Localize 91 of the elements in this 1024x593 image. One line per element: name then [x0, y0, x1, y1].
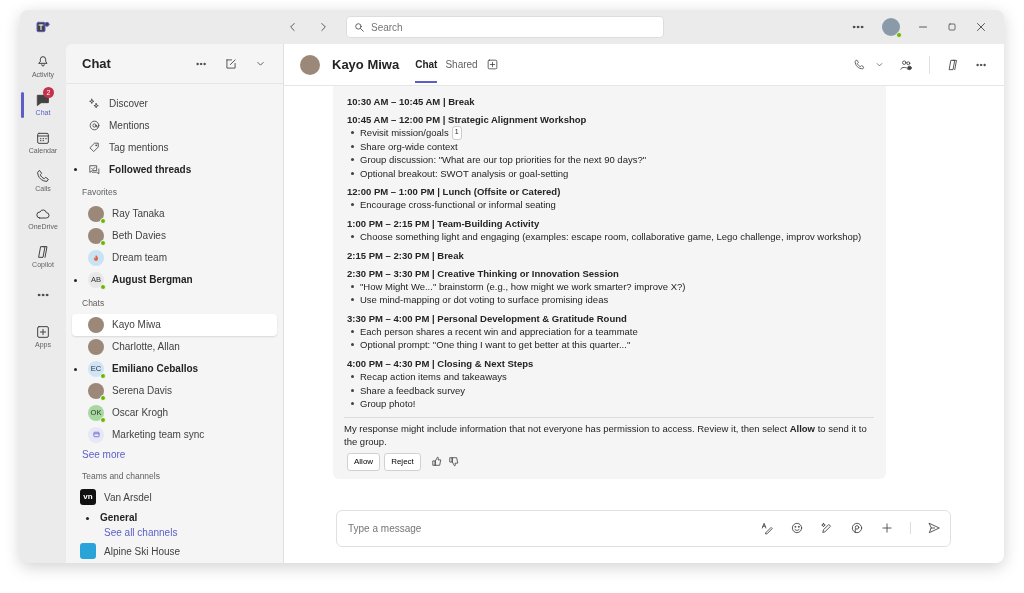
chat-item[interactable]: Kayo Miwa: [72, 313, 277, 336]
schedule-heading: 12:00 PM – 1:00 PM | Lunch (Offsite or Catered): [347, 185, 562, 199]
sparkle-icon: [88, 96, 101, 110]
bullet-icon: [351, 284, 354, 288]
loop-icon[interactable]: [850, 521, 864, 535]
chat-item[interactable]: Serena Davis: [72, 379, 277, 402]
new-chat-icon[interactable]: [224, 56, 238, 71]
avatar: [88, 316, 104, 333]
section-heading: Chats: [81, 296, 106, 310]
nav-item[interactable]: Tag mentions: [72, 136, 277, 158]
at-sign-icon: [88, 118, 101, 132]
schedule-heading: 2:30 PM – 3:30 PM | Creative Thinking or Innovation Session: [347, 266, 620, 280]
tab[interactable]: Chat: [415, 46, 438, 83]
message-compose-field[interactable]: Type a message: [336, 510, 951, 547]
chat-item[interactable]: Charlotte, Allan: [72, 335, 277, 358]
channel-item[interactable]: General: [72, 508, 277, 527]
bullet-item: Each person shares a recent win and appreciation for a teammate: [360, 324, 638, 339]
app-logo-icon: [35, 19, 51, 35]
thumbs-down-icon[interactable]: [447, 455, 461, 469]
bullet-icon: [351, 402, 354, 406]
copilot-icon: [35, 243, 51, 260]
bullet-icon: [351, 171, 354, 175]
send-icon[interactable]: [927, 521, 941, 535]
avatar: [300, 54, 320, 75]
bullet-icon: [351, 158, 354, 162]
see-all-channels-link[interactable]: See all channels: [66, 526, 283, 541]
add-tab-icon[interactable]: [485, 58, 499, 71]
chat-item[interactable]: Beth Davies: [72, 224, 277, 247]
phone-icon: [35, 167, 51, 184]
chat-item[interactable]: Ray Tanaka: [72, 202, 277, 225]
tab[interactable]: Shared: [445, 46, 478, 83]
bullet-icon: [351, 131, 354, 134]
copilot-icon[interactable]: [946, 57, 960, 72]
maximize-icon[interactable]: [946, 21, 958, 33]
section-heading: Favorites: [81, 186, 118, 199]
nav-item[interactable]: Mentions: [72, 114, 277, 136]
close-icon[interactable]: [974, 20, 988, 34]
nav-item[interactable]: Followed threads: [72, 158, 277, 180]
bullet-icon: [351, 203, 354, 207]
pen-sparkle-icon[interactable]: [820, 521, 834, 535]
bullet-item: Revisit mission/goals: [360, 126, 449, 140]
people-icon[interactable]: [899, 57, 913, 72]
action-button[interactable]: Reject: [384, 452, 421, 471]
contact-name: Kayo Miwa: [332, 55, 400, 74]
threads-icon: [88, 162, 101, 176]
team-logo: vn: [80, 489, 96, 506]
bullet-icon: [351, 234, 354, 238]
chat-item[interactable]: Dream team: [72, 246, 277, 269]
bullet-item: Optional prompt: "One thing I want to get better at this quarter...": [360, 338, 631, 352]
schedule-heading: 1:00 PM – 2:15 PM | Team-Building Activity: [347, 216, 541, 230]
format-icon[interactable]: [760, 521, 774, 535]
meeting-avatar: [88, 426, 104, 443]
search-field[interactable]: Search: [346, 16, 664, 38]
bullet-item: Encourage cross-functional or informal seating: [360, 198, 556, 212]
action-button[interactable]: Allow: [347, 452, 381, 471]
bullet-item: Group photo!: [360, 397, 416, 411]
bullet-item: Share a feedback survey: [360, 383, 466, 398]
bullet-icon: [351, 388, 354, 392]
call-icon[interactable]: [853, 58, 866, 71]
bullet-item: "How Might We..." brainstorm (e.g., how might we work smarter? improve X?): [360, 279, 686, 294]
schedule-heading: 10:30 AM – 10:45 AM | Break: [347, 95, 476, 108]
search-icon: [353, 21, 366, 34]
bullet-icon: [351, 374, 354, 378]
bullet-item: Group discussion: "What are our top priorities for the next 90 days?": [360, 153, 647, 167]
schedule-heading: 10:45 AM – 12:00 PM | Strategic Alignment Workshop: [347, 113, 588, 126]
schedule-heading: 2:15 PM – 2:30 PM | Break: [347, 248, 465, 262]
team-item[interactable]: Alpine Ski House: [72, 540, 277, 563]
bullet-icon: [351, 329, 354, 333]
team-item[interactable]: vn Van Arsdel: [72, 486, 277, 509]
bullet-item: Share org-wide context: [360, 139, 458, 154]
bullet-icon: [351, 343, 354, 347]
chat-list-title: Chat: [82, 54, 111, 73]
permission-notice: My response might include information that not everyone has permission to access. Review it, then select Allow to send it to the group.: [344, 416, 874, 449]
bullet-item: Optional breakout: SWOT analysis or goal-setting: [360, 166, 569, 181]
nav-item[interactable]: Discover: [72, 92, 277, 114]
bullet-icon: [351, 298, 354, 302]
bullet-item: Recap action items and takeaways: [360, 369, 507, 384]
see-more-link[interactable]: See more: [66, 445, 283, 464]
group-avatar: [88, 249, 104, 266]
schedule-heading: 4:00 PM – 4:30 PM | Closing & Next Steps: [347, 356, 535, 370]
thumbs-up-icon[interactable]: [430, 455, 444, 469]
add-icon: [35, 323, 51, 340]
bullet-item: Choose something light and engaging (examples: escape room, collaborative game, Lego challenge, improv workshop): [360, 229, 862, 244]
schedule-heading: 3:30 PM – 4:00 PM | Personal Development & Gratitude Round: [347, 311, 628, 325]
tag-icon: [88, 140, 101, 154]
chat-item[interactable]: Marketing team sync: [72, 423, 277, 446]
emoji-icon[interactable]: [790, 521, 804, 535]
bullet-item: Use mind-mapping or dot voting to surface promising ideas: [360, 293, 609, 307]
avatar: [88, 338, 104, 355]
section-heading: Teams and channels: [81, 469, 161, 483]
bullet-icon: [351, 144, 354, 148]
